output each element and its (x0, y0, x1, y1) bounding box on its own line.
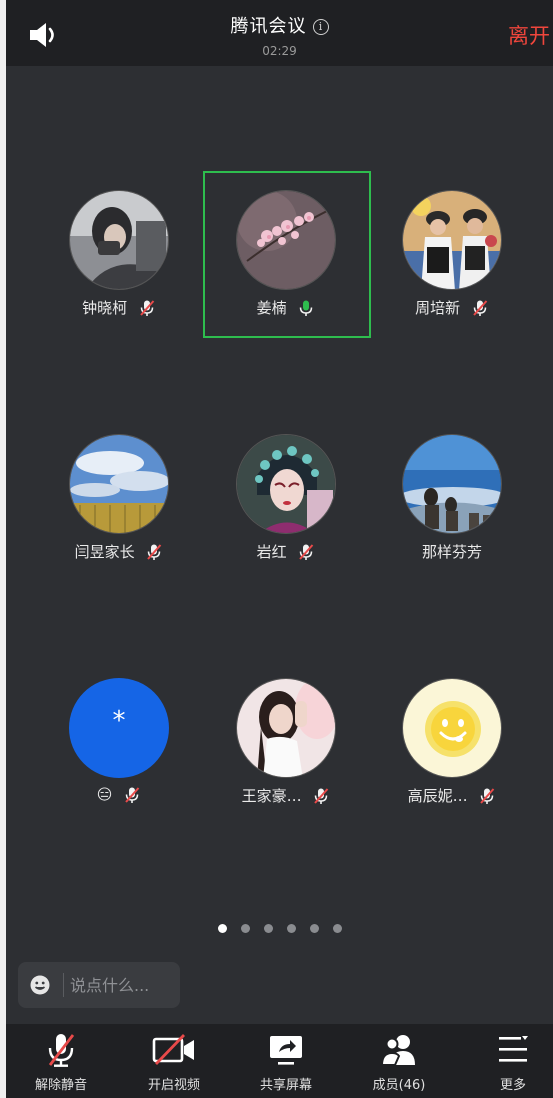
participant-name-row: 岩红 (203, 541, 369, 562)
start-video-button[interactable]: 开启视频 (124, 1032, 224, 1096)
participant-name-row: 😑 (36, 785, 202, 804)
participant-name: 😑 (96, 785, 113, 804)
avatar (69, 434, 169, 534)
chat-box[interactable] (18, 962, 180, 1008)
page-indicator[interactable] (6, 918, 553, 937)
avatar (402, 678, 502, 778)
unmute-label: 解除静音 (34, 1078, 87, 1093)
participant-tile[interactable]: 王家豪… (203, 658, 369, 818)
mic-muted-icon (125, 786, 140, 803)
chat-divider (63, 973, 64, 997)
bottom-toolbar: 解除静音 开启视频 共享屏幕 成员(46) 更多 (6, 1024, 553, 1098)
participant-name-row: 高辰妮… (369, 785, 535, 806)
participant-name: 姜楠 (256, 299, 287, 317)
participant-tile[interactable]: 周培新 (369, 170, 535, 330)
avatar-initial: * (112, 706, 126, 736)
top-bar: 腾讯会议 i 02:29 离开 (6, 0, 553, 66)
participant-tile[interactable]: 岩红 (203, 414, 369, 574)
mic-muted-icon (299, 543, 314, 560)
mic-muted-icon (140, 299, 155, 316)
participant-name-row: 周培新 (369, 297, 535, 318)
page-dot[interactable] (286, 924, 296, 933)
page-dot[interactable] (309, 924, 319, 933)
mic-muted-icon (314, 787, 329, 804)
participant-tile[interactable]: 那样芬芳 (369, 414, 535, 574)
participant-tile[interactable]: 钟晓柯 (36, 170, 202, 330)
mic-active-icon (300, 300, 313, 316)
more-label: 更多 (499, 1078, 526, 1093)
participant-name: 周培新 (415, 299, 461, 317)
camera-off-icon (152, 1034, 194, 1065)
participant-name-row: 那样芬芳 (369, 541, 535, 562)
page-dot[interactable] (332, 924, 342, 933)
participant-name: 那样芬芳 (421, 543, 482, 561)
avatar (236, 678, 336, 778)
participant-name-row: 闫昱家长 (36, 541, 202, 562)
participant-tile[interactable]: * 😑 (36, 658, 202, 818)
participant-name: 高辰妮… (407, 787, 468, 805)
share-screen-button[interactable]: 共享屏幕 (236, 1032, 336, 1096)
participant-name: 闫昱家长 (74, 543, 135, 561)
info-icon[interactable]: i (312, 19, 329, 35)
more-menu-icon (499, 1036, 528, 1062)
share-screen-label: 共享屏幕 (259, 1078, 312, 1093)
participant-name: 岩红 (256, 543, 287, 561)
meeting-title-area: 腾讯会议 i 02:29 (6, 12, 553, 58)
avatar (236, 190, 336, 290)
page-dot[interactable] (240, 924, 250, 933)
avatar (69, 190, 169, 290)
participant-name-row: 钟晓柯 (36, 297, 202, 318)
meeting-title[interactable]: 腾讯会议 (231, 16, 307, 37)
mic-muted-icon (48, 1034, 75, 1067)
meeting-timer: 02:29 (262, 44, 297, 58)
participant-name-row: 王家豪… (203, 785, 369, 806)
avatar (236, 434, 336, 534)
participant-name: 钟晓柯 (82, 299, 128, 317)
mic-muted-icon (480, 787, 495, 804)
chat-input[interactable] (70, 972, 174, 998)
participant-tile[interactable]: 高辰妮… (369, 658, 535, 818)
avatar (402, 190, 502, 290)
members-label: 成员(46) (372, 1078, 426, 1093)
page-dot[interactable] (263, 924, 273, 933)
members-button[interactable]: 成员(46) (349, 1032, 449, 1096)
share-screen-icon (270, 1036, 302, 1065)
start-video-label: 开启视频 (147, 1078, 200, 1093)
more-button[interactable]: 更多 (463, 1032, 553, 1096)
participant-name: 王家豪… (241, 787, 302, 805)
mic-muted-icon (147, 543, 162, 560)
unmute-button[interactable]: 解除静音 (11, 1032, 111, 1096)
participant-tile[interactable]: 姜楠 (203, 170, 369, 330)
emoji-icon[interactable] (30, 975, 50, 995)
avatar: * (69, 678, 169, 778)
page-dot-active[interactable] (217, 924, 227, 933)
meeting-screen: 腾讯会议 i 02:29 离开 钟晓柯 姜楠 周培新 闫昱家长 岩红 那样芬芳 … (6, 0, 553, 1098)
leave-button[interactable]: 离开 (508, 20, 550, 50)
participant-tile[interactable]: 闫昱家长 (36, 414, 202, 574)
members-icon (380, 1035, 415, 1066)
avatar (402, 434, 502, 534)
participant-name-row: 姜楠 (203, 297, 369, 318)
mic-muted-icon (473, 299, 488, 316)
